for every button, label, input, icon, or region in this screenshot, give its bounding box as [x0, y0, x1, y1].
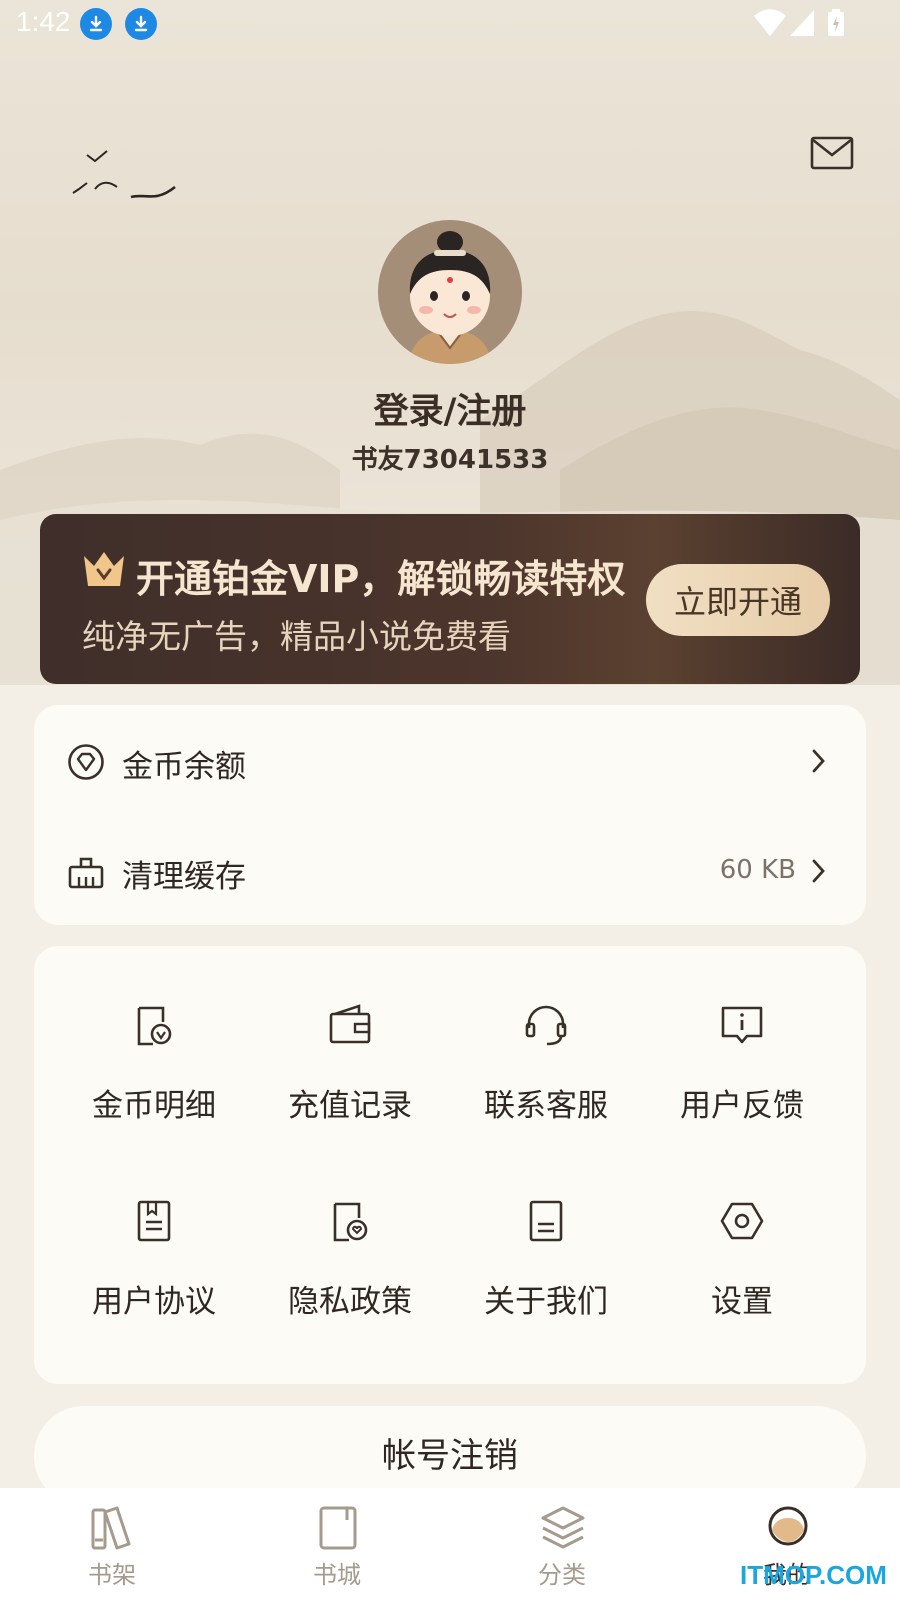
settings-icon — [720, 1202, 764, 1240]
headset-icon — [525, 1005, 567, 1046]
broom-icon — [68, 857, 104, 889]
grid-label: 金币明细 — [92, 1088, 216, 1124]
grid-item-coin-detail[interactable]: 金币明细 — [56, 1002, 252, 1152]
birds-decoration-icon — [72, 150, 176, 199]
coin-balance-row[interactable]: 金币余额 — [34, 711, 866, 811]
category-icon — [541, 1506, 585, 1549]
bookstore-icon — [319, 1506, 357, 1550]
cache-size-value: 60 KB — [719, 855, 796, 885]
nav-tab-bookstore[interactable]: 书城 — [277, 1488, 397, 1600]
clear-cache-row[interactable]: 清理缓存 60 KB — [34, 821, 866, 921]
battery-icon — [828, 9, 844, 36]
grid-label: 设置 — [711, 1284, 773, 1320]
coin-balance-label: 金币余额 — [122, 749, 246, 785]
wifi-icon — [754, 9, 786, 36]
download-notification-icon — [80, 8, 112, 40]
message-button[interactable] — [810, 135, 854, 171]
nav-tab-bookshelf[interactable]: 书架 — [52, 1488, 172, 1600]
nav-label: 书架 — [88, 1561, 136, 1589]
coin-diamond-icon — [68, 744, 104, 780]
vip-banner[interactable]: 开通铂金VIP，解锁畅读特权 纯净无广告，精品小说免费看 立即开通 — [40, 514, 860, 684]
profile-icon — [768, 1506, 808, 1546]
coin-detail-icon — [137, 1006, 172, 1046]
grid-label: 用户协议 — [92, 1284, 216, 1320]
agreement-icon — [137, 1200, 171, 1242]
avatar-icon — [378, 220, 522, 364]
user-id: 书友73041533 — [351, 445, 549, 475]
chevron-right-icon — [812, 859, 825, 883]
grid-label: 隐私政策 — [288, 1284, 412, 1320]
grid-label: 关于我们 — [484, 1284, 608, 1320]
crown-icon — [84, 552, 124, 586]
vip-title: 开通铂金VIP，解锁畅读特权 — [136, 557, 626, 601]
bookshelf-icon — [91, 1506, 131, 1550]
grid-item-settings[interactable]: 设置 — [644, 1198, 840, 1348]
grid-item-feedback[interactable]: 用户反馈 — [644, 1002, 840, 1152]
account-card: 金币余额 清理缓存 60 KB — [34, 705, 866, 925]
grid-item-user-agreement[interactable]: 用户协议 — [56, 1198, 252, 1348]
status-time: 1:42 — [16, 6, 71, 37]
download-notification-icon — [125, 8, 157, 40]
grid-item-customer-service[interactable]: 联系客服 — [448, 1002, 644, 1152]
grid-label: 用户反馈 — [680, 1088, 804, 1124]
login-register-link[interactable]: 登录/注册 — [0, 383, 900, 434]
nav-label: 分类 — [538, 1561, 586, 1589]
about-icon — [529, 1200, 563, 1242]
signal-icon — [790, 10, 814, 36]
privacy-icon — [333, 1202, 368, 1242]
nav-label: 书城 — [313, 1561, 361, 1589]
grid-label: 联系客服 — [484, 1088, 608, 1124]
nav-tab-category[interactable]: 分类 — [502, 1488, 622, 1600]
grid-item-about-us[interactable]: 关于我们 — [448, 1198, 644, 1348]
grid-item-recharge-record[interactable]: 充值记录 — [252, 1002, 448, 1152]
feedback-icon — [721, 1006, 763, 1044]
vip-subtitle: 纯净无广告，精品小说免费看 — [82, 617, 511, 656]
chevron-right-icon — [812, 749, 825, 773]
status-bar: 1:42 — [0, 0, 900, 48]
clear-cache-label: 清理缓存 — [122, 859, 246, 895]
grid-item-privacy-policy[interactable]: 隐私政策 — [252, 1198, 448, 1348]
wallet-icon — [329, 1004, 371, 1044]
watermark: ITMOP.COM — [740, 1560, 887, 1590]
avatar[interactable] — [378, 220, 522, 364]
mail-icon — [810, 136, 854, 170]
vip-activate-button[interactable]: 立即开通 — [646, 564, 830, 636]
grid-label: 充值记录 — [288, 1088, 412, 1124]
services-grid: 金币明细 充值记录 联系客服 用户反馈 用户协议 隐私政策 关于我们 设置 — [34, 946, 866, 1384]
